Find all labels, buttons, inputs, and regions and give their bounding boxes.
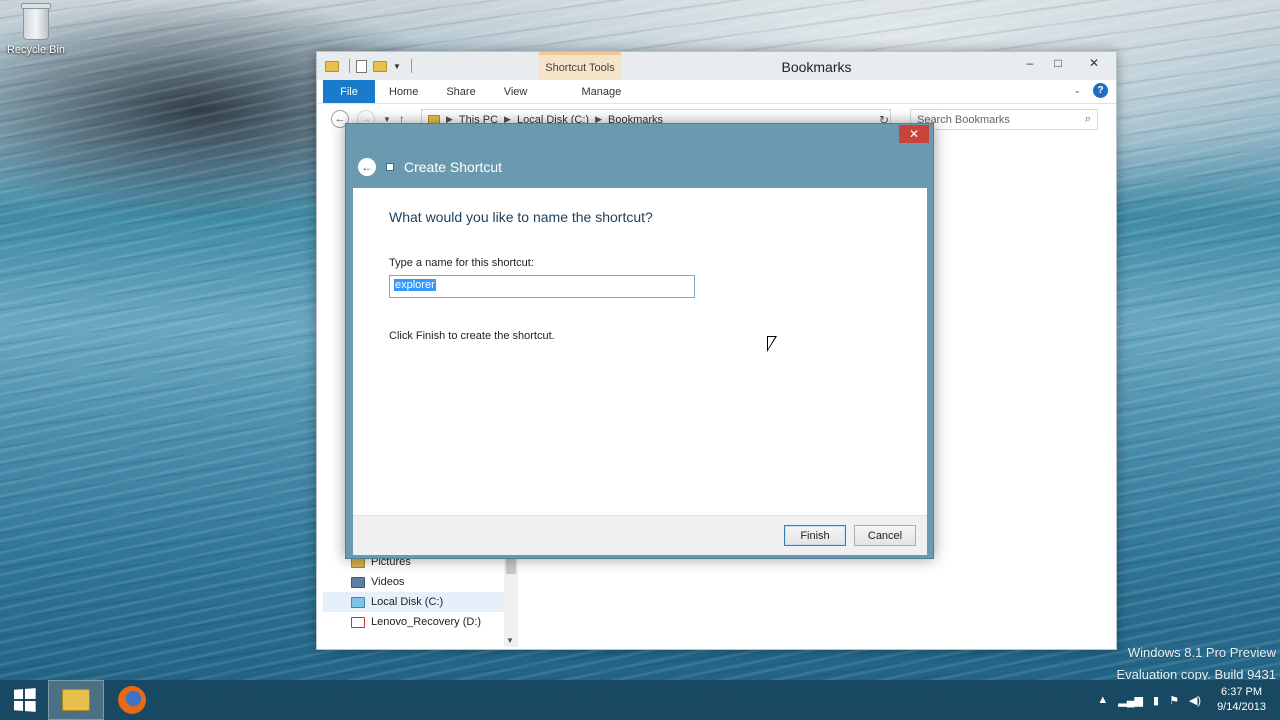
battery-icon[interactable]: ▮ [1153, 694, 1159, 707]
taskbar-file-explorer[interactable] [48, 680, 104, 720]
search-input[interactable]: Search Bookmarks ⌕ [910, 109, 1098, 130]
search-icon: ⌕ [1084, 113, 1091, 125]
show-hidden-icons-chevron-icon[interactable]: ▲ [1097, 694, 1108, 706]
taskbar-firefox[interactable] [104, 680, 160, 720]
shortcut-icon [386, 163, 394, 171]
minimize-button[interactable]: – [1016, 52, 1044, 74]
mouse-pointer-icon [767, 336, 777, 352]
clock-time: 6:37 PM [1221, 686, 1263, 698]
network-signal-icon[interactable]: ▂▄▆ [1118, 694, 1143, 707]
videos-folder-icon [351, 576, 365, 588]
finish-hint-text: Click Finish to create the shortcut. [389, 330, 555, 342]
nav-item-lenovo-recovery[interactable]: Lenovo_Recovery (D:) [323, 612, 518, 632]
firefox-icon [118, 686, 146, 714]
explorer-titlebar[interactable]: ▼ Shortcut Tools Bookmarks – □ ✕ [317, 52, 1116, 80]
navigation-pane: Pictures Videos Local Disk (C:) Lenovo_R… [323, 552, 518, 647]
nav-item-label: Videos [371, 576, 405, 588]
dialog-footer: Finish Cancel [353, 515, 927, 555]
finish-button[interactable]: Finish [784, 525, 846, 546]
taskbar-clock[interactable]: 6:37 PM 9/14/2013 [1217, 685, 1266, 715]
window-title: Bookmarks [781, 59, 852, 75]
tab-view[interactable]: View [490, 80, 542, 103]
tab-share[interactable]: Share [432, 80, 489, 103]
recycle-bin-icon [21, 3, 51, 40]
maximize-button[interactable]: □ [1044, 52, 1072, 74]
ribbon-tab-bar: File Home Share View Manage ⌄ ? [317, 80, 1116, 104]
create-shortcut-dialog: ✕ ← Create Shortcut What would you like … [345, 123, 934, 559]
tab-home[interactable]: Home [375, 80, 432, 103]
scroll-down-arrow-icon[interactable]: ▼ [506, 636, 514, 645]
close-button[interactable]: ✕ [1072, 52, 1116, 74]
clock-date: 9/14/2013 [1217, 701, 1266, 713]
dialog-title: Create Shortcut [404, 159, 503, 175]
action-center-flag-icon[interactable]: ⚑ [1169, 694, 1179, 707]
volume-icon[interactable]: ◀) [1189, 694, 1201, 707]
nav-item-local-disk[interactable]: Local Disk (C:) [323, 592, 518, 612]
dialog-body: What would you like to name the shortcut… [353, 188, 927, 515]
expand-ribbon-chevron-icon[interactable]: ⌄ [1073, 85, 1081, 96]
window-controls: – □ ✕ [1016, 52, 1116, 74]
tab-file[interactable]: File [323, 80, 375, 103]
tab-manage[interactable]: Manage [561, 80, 641, 103]
shortcut-name-field[interactable]: explorer [389, 275, 695, 298]
nav-item-label: Lenovo_Recovery (D:) [371, 616, 482, 628]
recycle-bin-label: Recycle Bin [6, 44, 66, 56]
cancel-button[interactable]: Cancel [854, 525, 916, 546]
nav-item-videos[interactable]: Videos [323, 572, 518, 592]
file-explorer-icon [62, 689, 90, 711]
dialog-close-button[interactable]: ✕ [899, 125, 929, 143]
nav-item-label: Local Disk (C:) [371, 596, 444, 608]
help-icon[interactable]: ? [1093, 83, 1108, 98]
nav-pane-scrollbar[interactable]: ▼ [504, 552, 518, 647]
recovery-drive-icon [351, 616, 365, 628]
watermark-line-1: Windows 8.1 Pro Preview [1127, 645, 1276, 660]
local-disk-icon [351, 596, 365, 608]
dialog-question: What would you like to name the shortcut… [389, 209, 653, 225]
ribbon-right-controls: ⌄ ? [1073, 83, 1108, 98]
taskbar: ▲ ▂▄▆ ▮ ⚑ ◀) 6:37 PM 9/14/2013 [0, 680, 1280, 720]
system-tray: ▲ ▂▄▆ ▮ ⚑ ◀) 6:37 PM 9/14/2013 [1097, 680, 1280, 720]
dialog-header: ← Create Shortcut [358, 158, 502, 176]
start-button[interactable] [0, 680, 48, 720]
wizard-back-button[interactable]: ← [358, 158, 376, 176]
windows-logo-icon [14, 688, 36, 712]
recycle-bin-shortcut[interactable]: Recycle Bin [4, 3, 68, 56]
shortcut-name-value: explorer [394, 279, 436, 291]
shortcut-name-label: Type a name for this shortcut: [389, 257, 534, 269]
